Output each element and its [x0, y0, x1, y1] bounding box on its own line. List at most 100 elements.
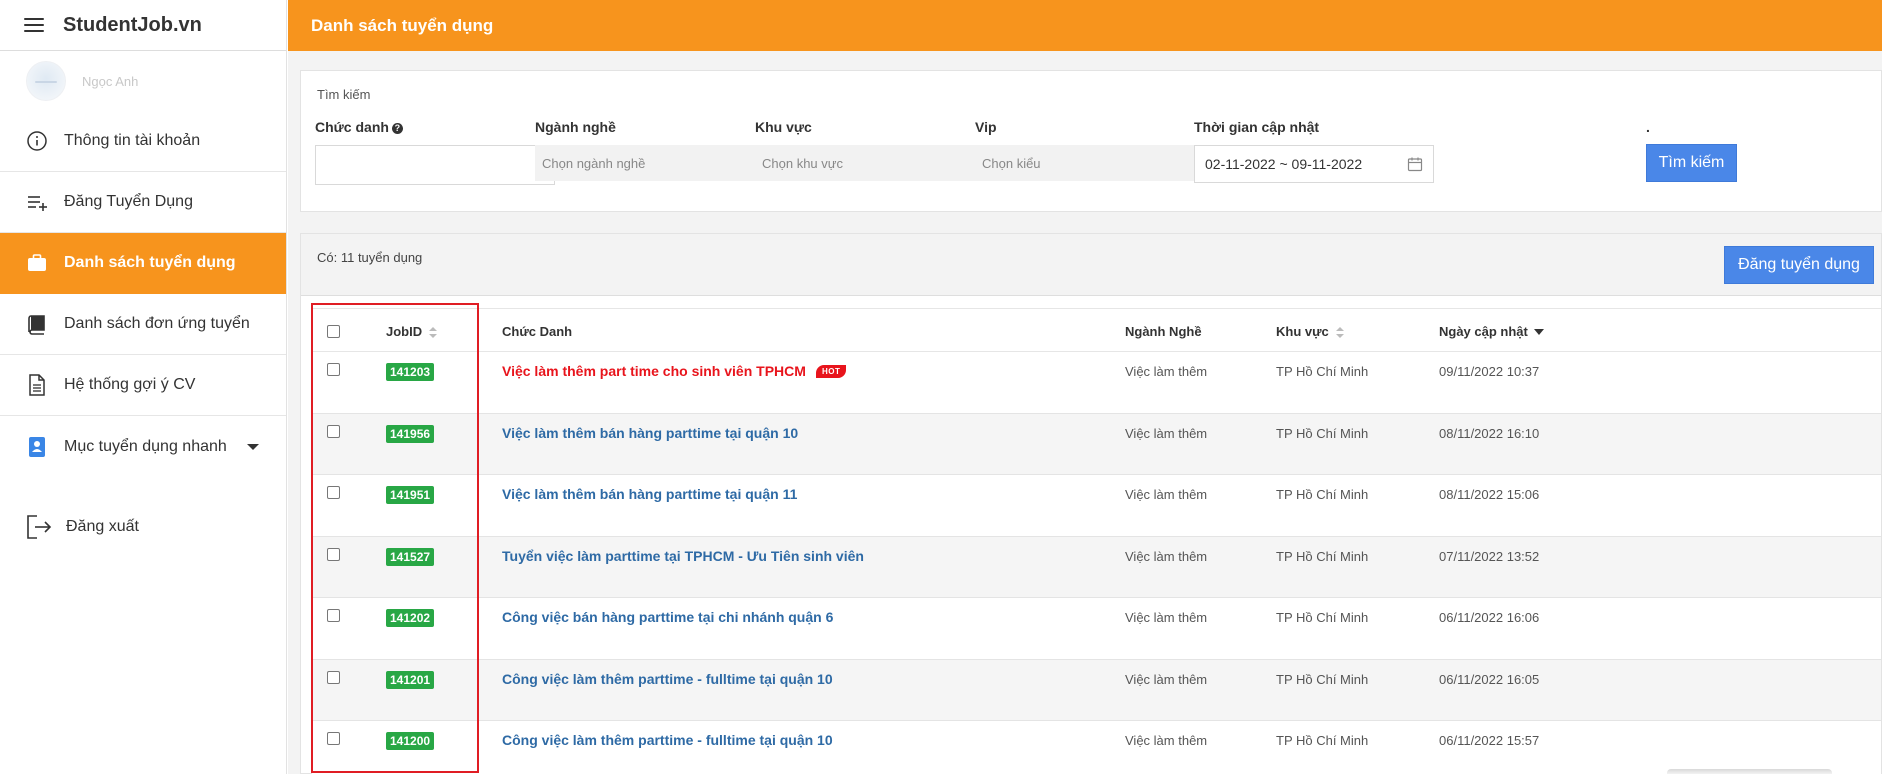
sidebar-item-label: Đăng Tuyển Dụng [64, 193, 193, 210]
job-title-link[interactable]: Công việc làm thêm parttime - fulltime t… [502, 732, 833, 748]
job-updated: 09/11/2022 10:37 [1439, 364, 1540, 379]
select-all-checkbox[interactable] [327, 325, 340, 338]
button-spacer-label: . [1646, 119, 1650, 135]
row-checkbox[interactable] [327, 609, 340, 622]
job-id-badge[interactable]: 141951 [386, 486, 435, 504]
vip-select-value: Chọn kiểu [982, 155, 1041, 171]
calendar-icon[interactable] [1407, 156, 1423, 175]
page-header: Danh sách tuyển dụng [288, 0, 1882, 51]
region-select-value: Chọn khu vực [762, 155, 843, 171]
job-table: JobID Chức Danh Ngành Nghề Khu vực Ngày … [312, 308, 1881, 774]
job-list-panel: Có: 11 tuyển dụng Đăng tuyển dụng JobID … [300, 233, 1882, 774]
job-region: TP Hồ Chí Minh [1276, 548, 1369, 564]
date-range-input[interactable]: 02-11-2022 ~ 09-11-2022 [1194, 145, 1434, 183]
row-checkbox[interactable] [327, 363, 340, 376]
job-updated: 06/11/2022 16:06 [1439, 610, 1540, 625]
sort-icon[interactable] [429, 327, 438, 338]
job-title-input[interactable] [315, 145, 555, 185]
table-row: 141202 Công việc bán hàng parttime tại c… [312, 598, 1881, 660]
avatar [26, 61, 66, 101]
post-job-button[interactable]: Đăng tuyển dụng [1724, 246, 1874, 284]
row-checkbox[interactable] [327, 547, 340, 561]
job-region: TP Hồ Chí Minh [1276, 487, 1369, 502]
table-row: 141201 Công việc làm thêm parttime - ful… [312, 659, 1881, 721]
brand-name[interactable]: StudentJob.vn [63, 14, 202, 37]
job-id-badge[interactable]: 141200 [386, 732, 435, 750]
table-row: 141951 Việc làm thêm bán hàng parttime t… [312, 475, 1881, 537]
search-legend: Tìm kiếm [317, 87, 371, 102]
sidebar-item-applications[interactable]: Danh sách đơn ứng tuyển [0, 294, 286, 355]
col-region[interactable]: Khu vực [1276, 324, 1344, 339]
table-row: 141956 Việc làm thêm bán hàng parttime t… [312, 413, 1881, 475]
job-id-badge[interactable]: 141201 [386, 670, 435, 689]
col-updated[interactable]: Ngày cập nhật [1439, 324, 1544, 339]
row-checkbox[interactable] [327, 486, 340, 499]
job-region: TP Hồ Chí Minh [1276, 733, 1369, 748]
logout-icon [24, 512, 54, 542]
sidebar-item-label: Hệ thống gợi ý CV [64, 376, 196, 393]
row-checkbox[interactable] [327, 732, 340, 745]
job-title-label: Chức danh [315, 119, 389, 135]
job-industry: Việc làm thêm [1125, 610, 1208, 625]
update-time-label: Thời gian cập nhật [1194, 119, 1320, 135]
table-row: 141527 Tuyển việc làm parttime tại TPHCM… [312, 536, 1881, 598]
industry-select[interactable]: Chọn ngành nghề [535, 145, 775, 181]
sidebar-item-label: Danh sách tuyển dụng [64, 254, 236, 271]
job-title-link[interactable]: Công việc làm thêm parttime - fulltime t… [502, 671, 833, 687]
chevron-down-icon[interactable] [246, 443, 259, 450]
sidebar-item-quick-recruit[interactable]: Mục tuyển dụng nhanh [0, 416, 286, 477]
briefcase-icon [24, 250, 50, 276]
sidebar-item-label: Danh sách đơn ứng tuyển [64, 315, 250, 332]
field-job-title: Chức danh? [315, 119, 555, 185]
job-id-badge[interactable]: 141956 [386, 424, 435, 443]
job-updated: 06/11/2022 16:05 [1439, 671, 1540, 687]
job-title-link[interactable]: Việc làm thêm bán hàng parttime tại quận… [502, 425, 798, 441]
logout-label: Đăng xuất [66, 518, 139, 535]
scroll-shadow [1667, 769, 1832, 774]
job-industry: Việc làm thêm [1125, 425, 1208, 441]
vip-select[interactable]: Chọn kiểu [975, 145, 1215, 181]
help-icon[interactable]: ? [391, 123, 403, 134]
field-region: Khu vực Chọn khu vực [755, 119, 995, 181]
region-label: Khu vực [755, 119, 812, 135]
job-region: TP Hồ Chí Minh [1276, 364, 1369, 379]
logout-button[interactable]: Đăng xuất [0, 497, 286, 557]
sort-desc-icon[interactable] [1533, 329, 1544, 335]
list-add-icon [24, 189, 50, 215]
job-id-badge[interactable]: 141203 [386, 363, 435, 381]
hamburger-menu-icon[interactable] [24, 18, 44, 32]
col-title: Chức Danh [502, 324, 573, 339]
industry-select-value: Chọn ngành nghề [542, 155, 646, 171]
job-id-badge[interactable]: 141527 [386, 547, 435, 566]
job-industry: Việc làm thêm [1125, 733, 1208, 748]
user-name: Ngọc Anh [82, 73, 139, 89]
job-industry: Việc làm thêm [1125, 364, 1208, 379]
region-select[interactable]: Chọn khu vực [755, 145, 995, 181]
field-update-time: Thời gian cập nhật 02-11-2022 ~ 09-11-20… [1194, 119, 1434, 183]
col-industry: Ngành Nghề [1125, 324, 1202, 339]
row-checkbox[interactable] [327, 670, 340, 684]
search-button[interactable]: Tìm kiếm [1646, 144, 1737, 182]
job-id-badge[interactable]: 141202 [386, 609, 435, 627]
job-title-link[interactable]: Việc làm thêm bán hàng parttime tại quận… [502, 486, 797, 502]
job-title-link[interactable]: Việc làm thêm part time cho sinh viên TP… [502, 363, 847, 379]
hot-badge: HOT [815, 365, 847, 378]
col-jobid[interactable]: JobID [386, 324, 438, 339]
row-checkbox[interactable] [327, 424, 340, 438]
sidebar-item-label: Mục tuyển dụng nhanh [64, 437, 227, 455]
job-title-link[interactable]: Công việc bán hàng parttime tại chi nhán… [502, 609, 833, 625]
contact-book-icon [24, 434, 50, 460]
sidebar-item-account-info[interactable]: Thông tin tài khoản [0, 111, 286, 172]
job-region: TP Hồ Chí Minh [1276, 610, 1369, 625]
table-header: JobID Chức Danh Ngành Nghề Khu vực Ngày … [312, 308, 1881, 352]
sidebar-item-post-job[interactable]: Đăng Tuyển Dụng [0, 172, 286, 233]
job-title-link[interactable]: Tuyển việc làm parttime tại TPHCM - Ưu T… [502, 548, 864, 564]
search-panel: Tìm kiếm Chức danh? Ngành nghề Chọn ngàn… [300, 70, 1882, 212]
sidebar-item-cv-suggest[interactable]: Hệ thống gợi ý CV [0, 355, 286, 416]
sidebar-item-job-list[interactable]: Danh sách tuyển dụng [0, 233, 286, 294]
table-row: 141203 Việc làm thêm part time cho sinh … [312, 352, 1881, 414]
job-updated: 06/11/2022 15:57 [1439, 733, 1540, 748]
document-icon [24, 372, 50, 398]
sidebar-item-label: Thông tin tài khoản [64, 132, 201, 149]
sort-icon[interactable] [1335, 327, 1344, 338]
